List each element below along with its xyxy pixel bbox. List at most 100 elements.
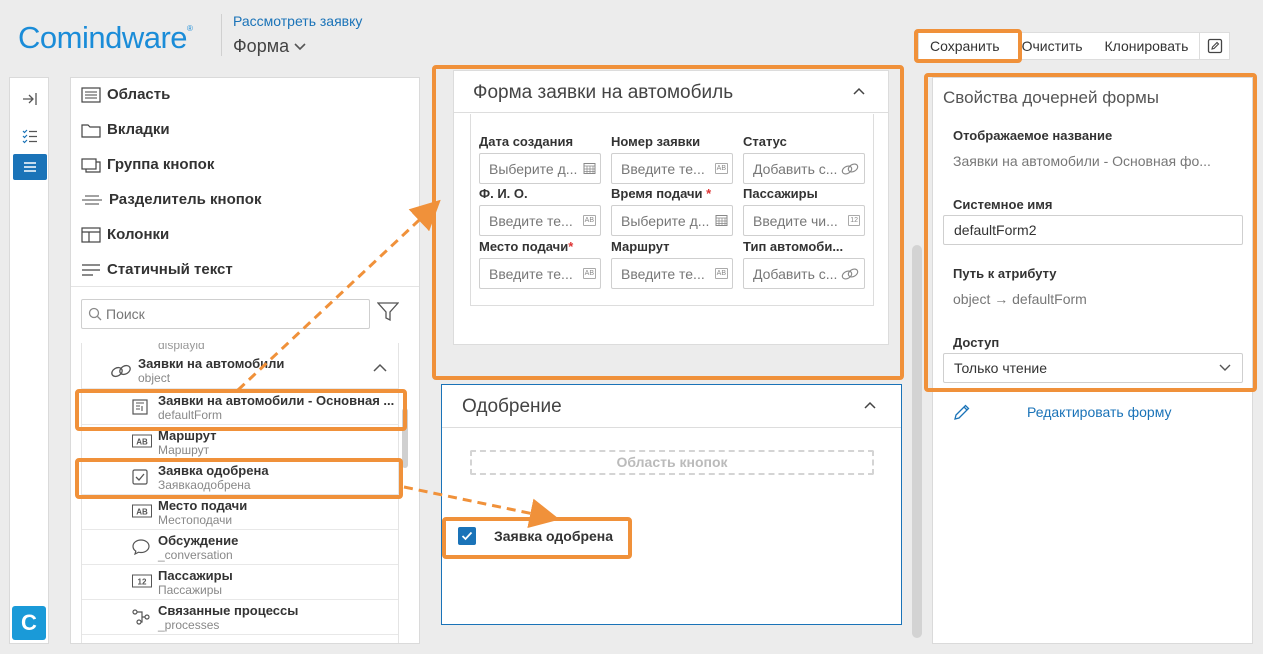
form-card[interactable]: Форма заявки на автомобиль Дата создания…	[453, 70, 889, 345]
form-field-label: Статус	[743, 134, 787, 149]
list-icon	[24, 162, 36, 172]
ab-icon: AB	[714, 268, 728, 279]
tree-row-cut: displayid	[158, 343, 205, 352]
palette-item-button-group[interactable]: Группа кнопок	[81, 156, 214, 173]
svg-text:12: 12	[138, 578, 147, 587]
button-group-icon	[81, 157, 101, 173]
search-icon	[88, 307, 102, 321]
access-select-value: Только чтение	[954, 360, 1048, 376]
palette-item-columns[interactable]: Колонки	[81, 226, 169, 243]
form-field-placeholder: Выберите д...	[489, 160, 578, 177]
checklist-icon	[22, 129, 37, 144]
form-fields-grid: Дата создания Выберите д... Номер заявки Вв…	[470, 114, 874, 306]
filter-button[interactable]	[376, 302, 400, 325]
chevron-up-icon[interactable]	[863, 400, 877, 410]
tree-row[interactable]: Заявка одобрена Заявкаодобрена	[82, 460, 398, 495]
tree-scrollbar[interactable]	[402, 408, 408, 468]
search-placeholder: Поиск	[106, 306, 145, 322]
properties-panel: Свойства дочерней формы Отображаемое наз…	[932, 77, 1253, 644]
form-field-input[interactable]: Введите те... AB	[479, 205, 601, 236]
approved-checkbox[interactable]	[458, 527, 476, 545]
approval-card[interactable]: Одобрение Область кнопок Заявка одобрена	[441, 384, 902, 625]
form-field-input[interactable]: Добавить с...	[743, 153, 865, 184]
save-button[interactable]: Сохранить	[919, 33, 1011, 59]
form-field: Статус Добавить с...	[743, 134, 865, 184]
palette-item-button-divider[interactable]: Разделитель кнопок	[81, 191, 261, 208]
chevron-up-icon[interactable]	[852, 86, 866, 96]
tree-row[interactable]: Обсуждение _conversation	[82, 530, 398, 565]
tree-parent-title: Заявки на автомобили	[138, 356, 285, 371]
form-selector-label: Форма	[233, 36, 290, 56]
search-input[interactable]: Поиск	[81, 299, 370, 329]
checklist-button[interactable]	[13, 123, 47, 149]
access-select[interactable]: Только чтение	[943, 353, 1243, 383]
form-field: Время подачи * Выберите д...	[611, 186, 733, 236]
palette-item-tabs[interactable]: Вкладки	[81, 121, 170, 138]
palette-item-area[interactable]: Область	[81, 86, 170, 103]
form-field-label: Ф. И. О.	[479, 186, 528, 201]
palette-item-static-text[interactable]: Статичный текст	[81, 261, 233, 278]
text-field-icon: AB	[132, 434, 152, 448]
edit-form-link[interactable]: Редактировать форму	[953, 403, 1171, 421]
svg-text:AB: AB	[136, 508, 148, 517]
tree-row[interactable]: 12 Пассажиры Пассажиры	[82, 565, 398, 600]
edit-icon	[1207, 38, 1223, 54]
ab-icon: AB	[714, 163, 728, 174]
form-field: Ф. И. О. Введите те... AB	[479, 186, 601, 236]
form-field-input[interactable]: Введите те... AB	[479, 258, 601, 289]
chat-icon	[132, 539, 150, 555]
palette-divider	[71, 286, 419, 287]
form-field-label: Маршрут	[611, 239, 670, 254]
folder-icon	[81, 123, 101, 138]
canvas-scrollbar[interactable]	[912, 245, 922, 638]
form-field-input[interactable]: Выберите д...	[611, 205, 733, 236]
form-field-placeholder: Введите те...	[621, 160, 705, 177]
breadcrumb[interactable]: Рассмотреть заявку	[233, 13, 362, 29]
ab-icon: AB	[582, 215, 596, 226]
collapse-panel-button[interactable]	[13, 86, 47, 112]
clone-button[interactable]: Клонировать	[1094, 33, 1200, 59]
header-divider	[221, 14, 222, 56]
checkbox-icon	[132, 469, 148, 485]
form-field-input[interactable]: Введите чи... 12	[743, 205, 865, 236]
form-selector[interactable]: Форма	[233, 36, 307, 57]
chevron-up-icon[interactable]	[372, 363, 388, 373]
tree-row[interactable]: Связанные процессы _processes	[82, 600, 398, 635]
form-field-placeholder: Введите те...	[489, 265, 573, 282]
form-field-input[interactable]: Введите те... AB	[611, 153, 733, 184]
system-name-field[interactable]: defaultForm2	[943, 215, 1243, 245]
attr-path-value: object → defaultForm	[953, 291, 1087, 307]
form-elements-button[interactable]	[13, 154, 47, 180]
display-name-value: Заявки на автомобили - Основная фо...	[953, 153, 1211, 169]
clear-button[interactable]: Очистить	[1011, 33, 1094, 59]
ab-icon: AB	[582, 268, 596, 279]
required-mark: *	[702, 186, 712, 201]
attribute-tree: displayid Заявки на автомобили object За…	[81, 343, 399, 643]
tree-parent-row[interactable]: Заявки на автомобили object	[82, 353, 398, 389]
chevron-down-icon	[1219, 364, 1231, 371]
link-icon	[111, 364, 131, 378]
tree-row[interactable]: AB Место подачи Местоподачи	[82, 495, 398, 530]
form-field: Номер заявки Введите те... AB	[611, 134, 733, 184]
collapse-right-icon	[23, 93, 37, 105]
link-icon	[840, 163, 860, 175]
number-field-icon: 12	[132, 574, 152, 588]
form-field-placeholder: Введите чи...	[753, 212, 838, 229]
tree-row[interactable]: AB Маршрут Маршрут	[82, 425, 398, 460]
form-field-input[interactable]: Введите те... AB	[611, 258, 733, 289]
properties-title: Свойства дочерней формы	[943, 88, 1160, 107]
form-card-header: Форма заявки на автомобиль	[454, 71, 888, 113]
approval-card-title: Одобрение	[462, 396, 562, 417]
form-field-input[interactable]: Выберите д...	[479, 153, 601, 184]
form-field: Тип автомоби... Добавить с...	[743, 239, 865, 289]
button-area-placeholder[interactable]: Область кнопок	[470, 450, 874, 475]
app-logo-icon[interactable]: C	[12, 606, 46, 640]
link-icon	[840, 268, 860, 280]
edit-button[interactable]	[1199, 33, 1229, 59]
tree-row[interactable]: Заявки на автомобили - Основная ... defa…	[82, 390, 398, 425]
form-field-input[interactable]: Добавить с...	[743, 258, 865, 289]
list-icon	[81, 86, 101, 103]
form-field-label: Пассажиры	[743, 186, 818, 201]
approved-checkbox-row[interactable]: Заявка одобрена	[458, 527, 613, 545]
columns-icon	[81, 226, 101, 243]
